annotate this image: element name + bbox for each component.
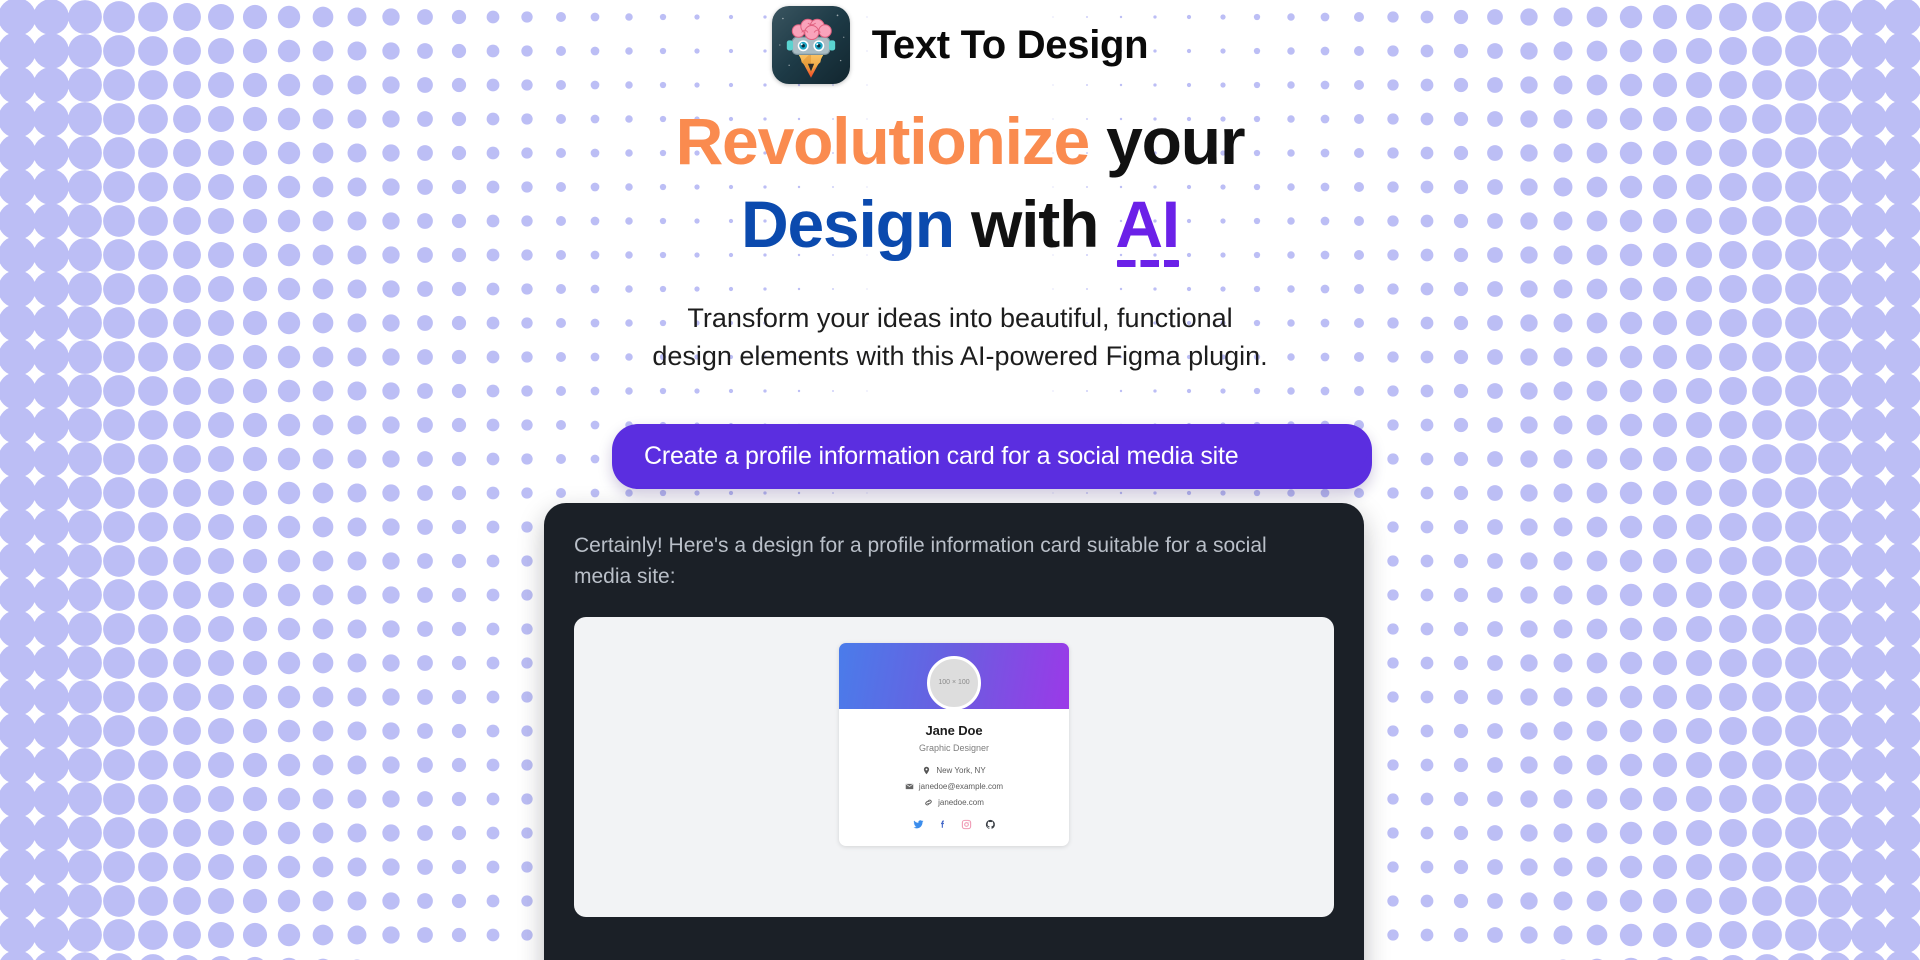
prompt-bubble: Create a profile information card for a … [612,423,1372,490]
headline-ai-underline [1117,260,1179,267]
instagram-icon[interactable] [961,819,972,830]
prompt-bubble-text: Create a profile information card for a … [644,441,1239,470]
headline-design: Design [741,187,955,261]
headline-with: with [971,187,1099,261]
profile-name: Jane Doe [925,722,983,738]
profile-card-preview: 100 × 100 Jane Doe Graphic Designer New … [574,616,1334,917]
location-pin-icon [922,766,931,775]
avatar-placeholder-label: 100 × 100 [938,679,970,687]
profile-role: Graphic Designer [918,742,990,753]
avatar: 100 × 100 [927,655,981,710]
page-title: Text To Design [871,22,1149,67]
profile-location: New York, NY [936,765,986,775]
hero-subheading: Transform your ideas into beautiful, fun… [652,299,1267,376]
profile-card-banner: 100 × 100 [839,642,1069,710]
profile-card: 100 × 100 Jane Doe Graphic Designer New … [839,642,1069,847]
subheading-line-1: Transform your ideas into beautiful, fun… [687,303,1233,333]
headline-line-1: Revolutionize your [676,108,1246,174]
robot-brain-pencil-logo-icon [771,6,850,84]
profile-card-body: Jane Doe Graphic Designer New York, NY j… [839,709,1069,831]
twitter-icon[interactable] [912,819,924,830]
headline-ai-text: AI [1115,187,1180,261]
link-icon [924,798,933,807]
demo-conversation: Create a profile information card for a … [530,423,1390,960]
prompt-bubble-wrap: Create a profile information card for a … [612,423,1372,490]
headline-line-2: Design with AI [676,191,1245,267]
profile-email-row: janedoe@example.com [851,781,1057,792]
response-panel-text: Certainly! Here's a design for a profile… [574,534,1267,589]
github-icon[interactable] [985,819,996,830]
hero-headline: Revolutionize your Design with AI [676,108,1246,267]
profile-email: janedoe@example.com [918,782,1004,792]
profile-location-row: New York, NY [851,765,1057,776]
brand-header: Text To Design [771,6,1149,84]
bubble-tail [1344,453,1384,493]
facebook-icon[interactable] [937,819,948,830]
headline-ai: AI [1115,191,1180,267]
page-content: Text To Design Revolutionize your Design… [0,0,1920,960]
envelope-icon [905,782,914,791]
profile-website: janedoe.com [938,798,984,808]
profile-website-row: janedoe.com [851,797,1057,808]
profile-meta-list: New York, NY janedoe@example.com janedoe… [851,765,1057,809]
headline-revolutionize: Revolutionize [675,104,1091,178]
subheading-line-2: design elements with this AI-powered Fig… [652,341,1268,372]
response-panel: Certainly! Here's a design for a profile… [544,503,1364,960]
headline-your: your [1106,104,1245,178]
landing-page: Text To Design Revolutionize your Design… [0,0,1920,960]
profile-social-links [851,819,1057,830]
